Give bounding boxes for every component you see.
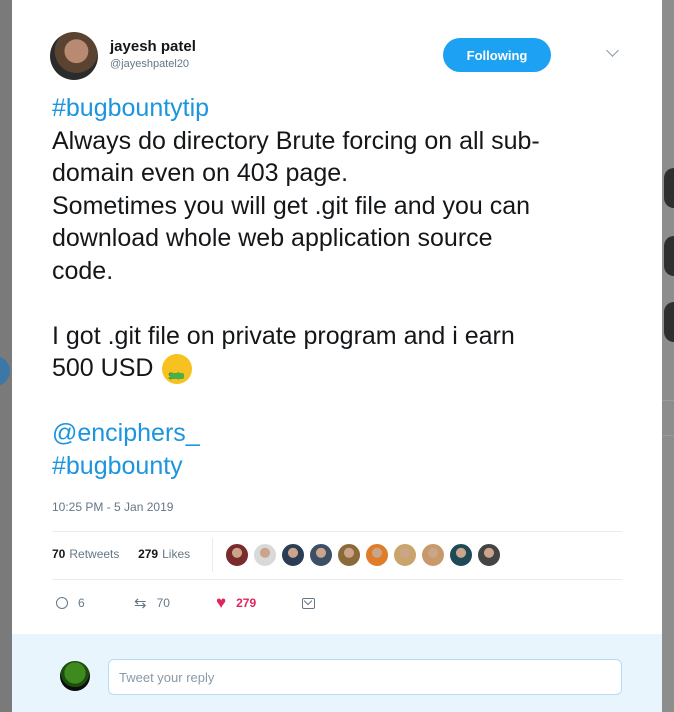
likes-stat[interactable]: 279 Likes (138, 547, 190, 561)
retweet-count: 70 (156, 596, 170, 610)
liker-avatar[interactable] (449, 543, 473, 567)
retweet-button[interactable]: ⇆ 70 (134, 592, 170, 614)
envelope-icon (302, 597, 315, 609)
liker-avatar[interactable] (477, 543, 501, 567)
tweet-text-line (52, 385, 632, 418)
liker-avatar[interactable] (421, 543, 445, 567)
tweet-timestamp[interactable]: 10:25 PM - 5 Jan 2019 (52, 500, 173, 514)
heart-icon: ♥ (216, 593, 227, 612)
tweet-text-line: domain even on 403 page. (52, 159, 349, 187)
tweet-text-line: download whole web application source (52, 224, 493, 252)
background-right-strip (662, 0, 674, 712)
retweets-count: 70 (52, 547, 66, 561)
money-mouth-emoji-icon (162, 354, 193, 393)
tweet-link[interactable]: #bugbounty (52, 450, 632, 483)
tweet-text-line: Sometimes you will get .git file and you… (52, 191, 531, 220)
retweet-icon: ⇆ (134, 595, 147, 612)
author-handle[interactable]: @jayeshpatel20 (110, 58, 189, 70)
liker-avatar[interactable] (225, 543, 249, 567)
divider (52, 531, 622, 532)
author-avatar[interactable] (50, 32, 98, 80)
liker-avatar[interactable] (393, 543, 417, 567)
tweet-header: jayesh patel @jayeshpatel20 (50, 32, 662, 86)
tweet-modal: jayesh patel @jayeshpatel20 Following #b… (12, 0, 662, 712)
tweet-text-line: I got .git file on private program and i… (52, 321, 515, 350)
author-name[interactable]: jayesh patel (110, 38, 196, 55)
divider (52, 579, 622, 580)
reply-icon (56, 597, 68, 609)
like-count: 279 (236, 596, 257, 610)
liker-avatar[interactable] (365, 543, 389, 567)
liker-avatar[interactable] (309, 543, 333, 567)
direct-message-button[interactable] (302, 592, 315, 614)
liker-avatar[interactable] (253, 543, 277, 567)
tweet-text-line: 500 USD (52, 352, 632, 393)
tweet-text-line (52, 287, 632, 320)
liker-avatar[interactable] (337, 543, 361, 567)
liker-avatar[interactable] (281, 543, 305, 567)
retweets-label: Retweets (69, 547, 120, 561)
reply-box (12, 634, 662, 712)
background-avatar (664, 236, 674, 276)
following-button[interactable]: Following (443, 38, 551, 72)
liker-avatars (225, 543, 505, 567)
tweet-text-line: Always do directory Brute forcing on all… (52, 126, 540, 155)
background-divider (662, 435, 674, 436)
background-divider (662, 400, 674, 401)
likes-count: 279 (138, 547, 159, 561)
reply-input[interactable] (108, 659, 622, 695)
reply-button[interactable]: 6 (56, 592, 85, 614)
tweet-link[interactable]: #bugbountytip (52, 92, 632, 125)
divider (212, 538, 213, 572)
current-user-avatar (60, 661, 90, 691)
background-avatar (664, 302, 674, 342)
tweet-link[interactable]: @enciphers_ (52, 417, 632, 450)
background-left-strip (0, 0, 12, 712)
tweet-text-line: code. (52, 256, 114, 285)
reply-count: 6 (78, 596, 85, 610)
tweet-text: #bugbountytip Always do directory Brute f… (52, 92, 632, 482)
tweet-stats: 70 Retweets 279 Likes (52, 547, 190, 561)
background-avatar (664, 168, 674, 208)
like-button[interactable]: ♥ 279 (216, 592, 256, 614)
likes-label: Likes (162, 547, 191, 561)
retweets-stat[interactable]: 70 Retweets (52, 547, 119, 561)
